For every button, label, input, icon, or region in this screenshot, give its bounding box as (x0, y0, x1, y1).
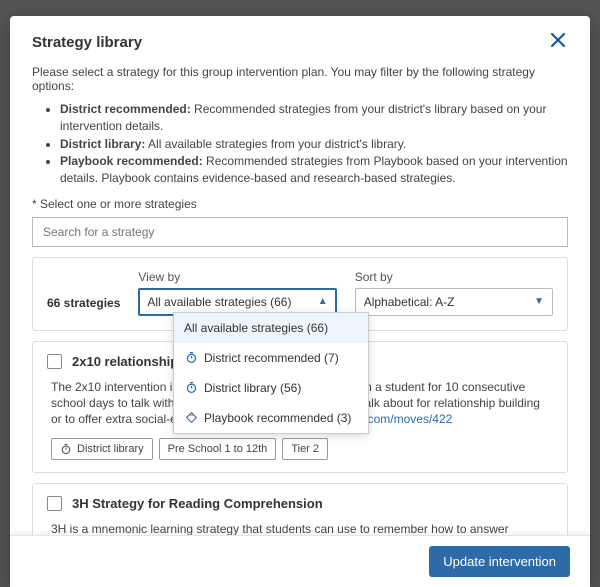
sort-by-column: Sort by Alphabetical: A-Z ▼ (355, 270, 553, 316)
update-intervention-button[interactable]: Update intervention (429, 546, 570, 577)
strategy-count: 66 strategies (47, 296, 120, 316)
chevron-down-icon: ▼ (534, 296, 544, 307)
chevron-up-icon: ▲ (318, 296, 328, 307)
tag-district-library: District library (51, 438, 153, 460)
filter-options-list: District recommended: Recommended strate… (32, 101, 568, 187)
view-by-dropdown: All available strategies (66) District r… (173, 312, 369, 434)
dropdown-item-all[interactable]: All available strategies (66) (174, 313, 368, 343)
stopwatch-icon (184, 381, 198, 395)
strategy-library-modal: Strategy library Please select a strateg… (10, 16, 590, 587)
dropdown-item-district-recommended[interactable]: District recommended (7) (174, 343, 368, 373)
sort-by-select[interactable]: Alphabetical: A-Z ▼ (355, 288, 553, 316)
close-button[interactable] (550, 32, 572, 54)
select-strategies-label: * Select one or more strategies (32, 197, 568, 211)
list-item: District recommended: Recommended strate… (60, 101, 568, 135)
tag-grade: Pre School 1 to 12th (159, 438, 277, 460)
tag-tier: Tier 2 (282, 438, 328, 460)
close-icon (550, 32, 566, 48)
search-input[interactable] (32, 217, 568, 247)
view-by-column: View by All available strategies (66) ▲ (138, 270, 336, 316)
strategy-checkbox[interactable] (47, 496, 62, 511)
stopwatch-icon (184, 351, 198, 365)
strategy-checkbox[interactable] (47, 354, 62, 369)
intro-text: Please select a strategy for this group … (32, 65, 568, 93)
dropdown-item-playbook-recommended[interactable]: Playbook recommended (3) (174, 403, 368, 433)
modal-title: Strategy library (32, 34, 568, 51)
sort-by-label: Sort by (355, 270, 553, 284)
list-item: District library: All available strategi… (60, 136, 568, 153)
diamond-icon (184, 411, 198, 425)
view-by-label: View by (138, 270, 336, 284)
dropdown-item-district-library[interactable]: District library (56) (174, 373, 368, 403)
strategy-tags: District library Pre School 1 to 12th Ti… (47, 438, 553, 460)
footer-bar: Update intervention (10, 535, 590, 587)
strategy-title: 3H Strategy for Reading Comprehension (72, 496, 323, 511)
filters-panel: 66 strategies View by All available stra… (32, 257, 568, 331)
stopwatch-icon (60, 443, 72, 455)
list-item: Playbook recommended: Recommended strate… (60, 153, 568, 187)
